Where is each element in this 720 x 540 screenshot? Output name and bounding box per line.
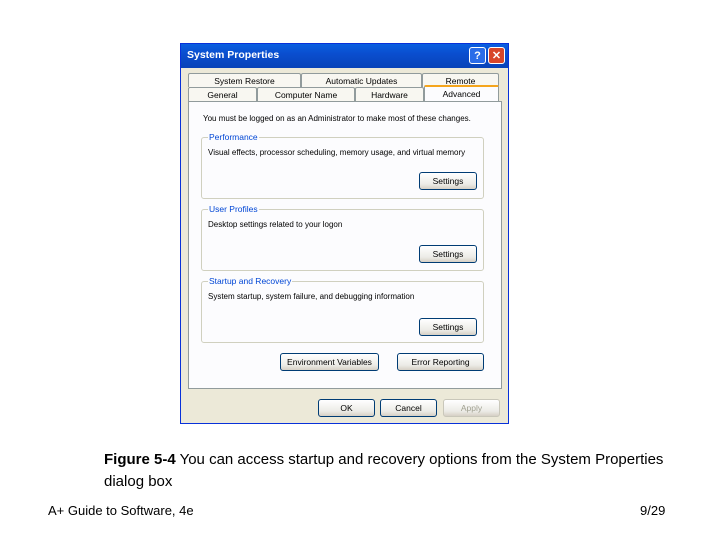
tab-general[interactable]: General — [188, 87, 257, 101]
startup-recovery-settings-button[interactable]: Settings — [419, 318, 477, 336]
cancel-button[interactable]: Cancel — [380, 399, 437, 417]
user-profiles-description: Desktop settings related to your logon — [208, 220, 343, 229]
error-reporting-button[interactable]: Error Reporting — [397, 353, 484, 371]
apply-button[interactable]: Apply — [443, 399, 500, 417]
user-profiles-group: User Profiles Desktop settings related t… — [201, 204, 484, 271]
help-button[interactable]: ? — [469, 47, 486, 64]
close-button[interactable]: ✕ — [488, 47, 505, 64]
tab-automatic-updates[interactable]: Automatic Updates — [301, 73, 422, 87]
figure-label: Figure 5-4 — [104, 451, 176, 468]
tab-hardware[interactable]: Hardware — [355, 87, 424, 101]
performance-group: Performance Visual effects, processor sc… — [201, 132, 484, 199]
figure-caption: Figure 5-4 You can access startup and re… — [104, 449, 664, 493]
ok-button[interactable]: OK — [318, 399, 375, 417]
user-profiles-settings-button[interactable]: Settings — [419, 245, 477, 263]
performance-group-title: Performance — [208, 132, 259, 142]
dialog-title: System Properties — [187, 49, 280, 61]
tab-advanced[interactable]: Advanced — [424, 85, 499, 101]
tab-system-restore[interactable]: System Restore — [188, 73, 301, 87]
system-properties-dialog: System Properties ? ✕ System Restore Aut… — [180, 43, 509, 424]
figure-caption-text: You can access startup and recovery opti… — [104, 451, 664, 490]
tab-computer-name[interactable]: Computer Name — [257, 87, 355, 101]
user-profiles-group-title: User Profiles — [208, 204, 259, 214]
footer-page-number: 9/29 — [640, 503, 666, 518]
title-bar[interactable]: System Properties ? ✕ — [181, 44, 508, 68]
environment-variables-button[interactable]: Environment Variables — [280, 353, 379, 371]
admin-note: You must be logged on as an Administrato… — [203, 114, 471, 123]
startup-recovery-description: System startup, system failure, and debu… — [208, 292, 415, 301]
footer-book-title: A+ Guide to Software, 4e — [48, 503, 194, 518]
performance-settings-button[interactable]: Settings — [419, 172, 477, 190]
performance-description: Visual effects, processor scheduling, me… — [208, 148, 466, 157]
startup-recovery-group-title: Startup and Recovery — [208, 276, 293, 286]
startup-recovery-group: Startup and Recovery System startup, sys… — [201, 276, 484, 343]
